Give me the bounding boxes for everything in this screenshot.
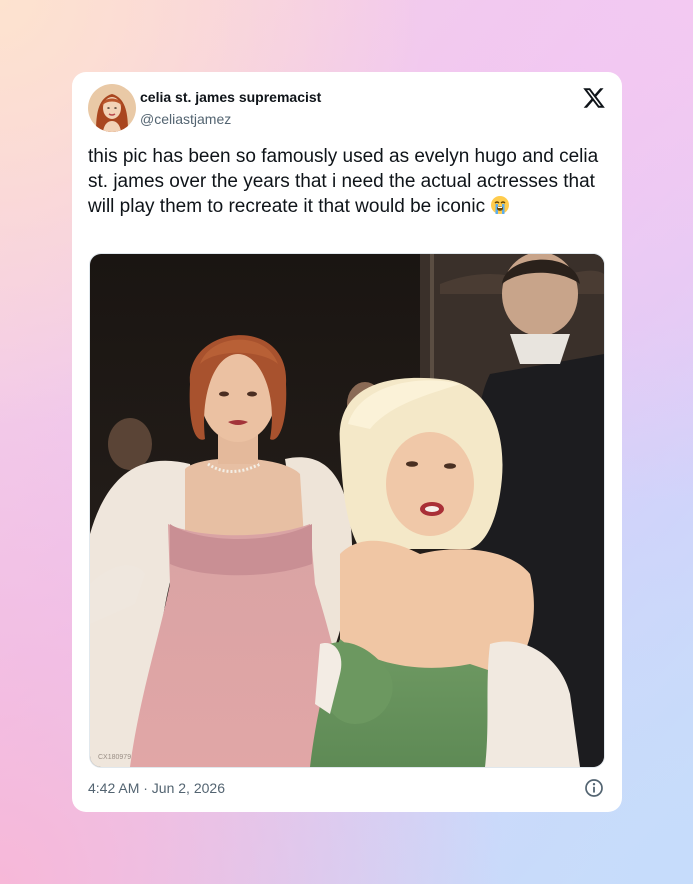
tweet-text: this pic has been so famously used as ev… <box>88 146 599 217</box>
user-handle[interactable]: @celiastjamez <box>140 111 231 127</box>
display-name[interactable]: celia st. james supremacist <box>140 89 321 105</box>
svg-text:CX180979: CX180979 <box>98 754 131 761</box>
tweet-body: this pic has been so famously used as ev… <box>88 144 608 219</box>
avatar-image <box>88 84 136 132</box>
info-icon[interactable] <box>584 778 604 798</box>
tweet-card: celia st. james supremacist @celiastjame… <box>72 72 622 812</box>
avatar[interactable] <box>88 84 136 132</box>
photo-image: CX180979 <box>90 254 604 767</box>
loudly-crying-face-icon <box>490 195 510 215</box>
tweet-photo[interactable]: CX180979 <box>89 253 605 768</box>
x-logo-icon[interactable] <box>582 86 606 110</box>
tweet-timestamp[interactable]: 4:42 AM · Jun 2, 2026 <box>88 780 225 796</box>
